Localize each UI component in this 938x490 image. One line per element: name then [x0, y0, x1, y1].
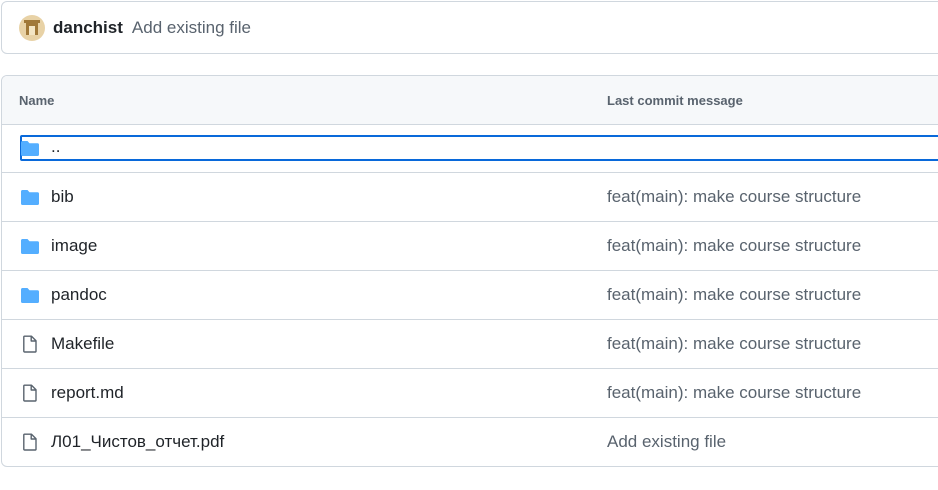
file-name-link[interactable]: bib: [51, 187, 74, 207]
folder-icon: [21, 141, 39, 156]
file-name-link[interactable]: Makefile: [51, 334, 114, 354]
file-name-link[interactable]: image: [51, 236, 97, 256]
folder-icon: [21, 190, 39, 205]
focus-ring: [20, 135, 938, 161]
file-table: Name Last commit message .. bib feat(main…: [1, 75, 938, 467]
commit-message-link[interactable]: feat(main): make course structure: [607, 334, 861, 354]
table-row[interactable]: image feat(main): make course structure: [2, 222, 938, 271]
file-name-link[interactable]: Л01_Чистов_отчет.pdf: [51, 432, 224, 452]
table-row[interactable]: bib feat(main): make course structure: [2, 173, 938, 222]
commit-author-link[interactable]: danchist: [53, 18, 123, 38]
table-row[interactable]: pandoc feat(main): make course structure: [2, 271, 938, 320]
latest-commit-bar: danchist Add existing file: [1, 1, 938, 54]
commit-message-link[interactable]: feat(main): make course structure: [607, 187, 861, 207]
column-header-last-commit: Last commit message: [607, 93, 743, 108]
file-icon: [23, 335, 37, 353]
table-header: Name Last commit message: [2, 76, 938, 125]
avatar[interactable]: [19, 14, 45, 41]
file-name-link[interactable]: pandoc: [51, 285, 107, 305]
commit-message-link[interactable]: Add existing file: [132, 18, 251, 38]
commit-message-link[interactable]: feat(main): make course structure: [607, 236, 861, 256]
commit-message-link[interactable]: feat(main): make course structure: [607, 383, 861, 403]
commit-message-link[interactable]: feat(main): make course structure: [607, 285, 861, 305]
file-name-link[interactable]: report.md: [51, 383, 124, 403]
file-icon: [23, 433, 37, 451]
folder-icon: [21, 239, 39, 254]
parent-directory-link[interactable]: ..: [51, 137, 60, 157]
parent-directory-row[interactable]: ..: [2, 125, 938, 173]
folder-icon: [21, 288, 39, 303]
column-header-name: Name: [19, 93, 55, 108]
commit-message-link[interactable]: Add existing file: [607, 432, 726, 452]
file-icon: [23, 384, 37, 402]
table-row[interactable]: Л01_Чистов_отчет.pdf Add existing file: [2, 418, 938, 466]
table-row[interactable]: report.md feat(main): make course structu…: [2, 369, 938, 418]
table-row[interactable]: Makefile feat(main): make course structur…: [2, 320, 938, 369]
